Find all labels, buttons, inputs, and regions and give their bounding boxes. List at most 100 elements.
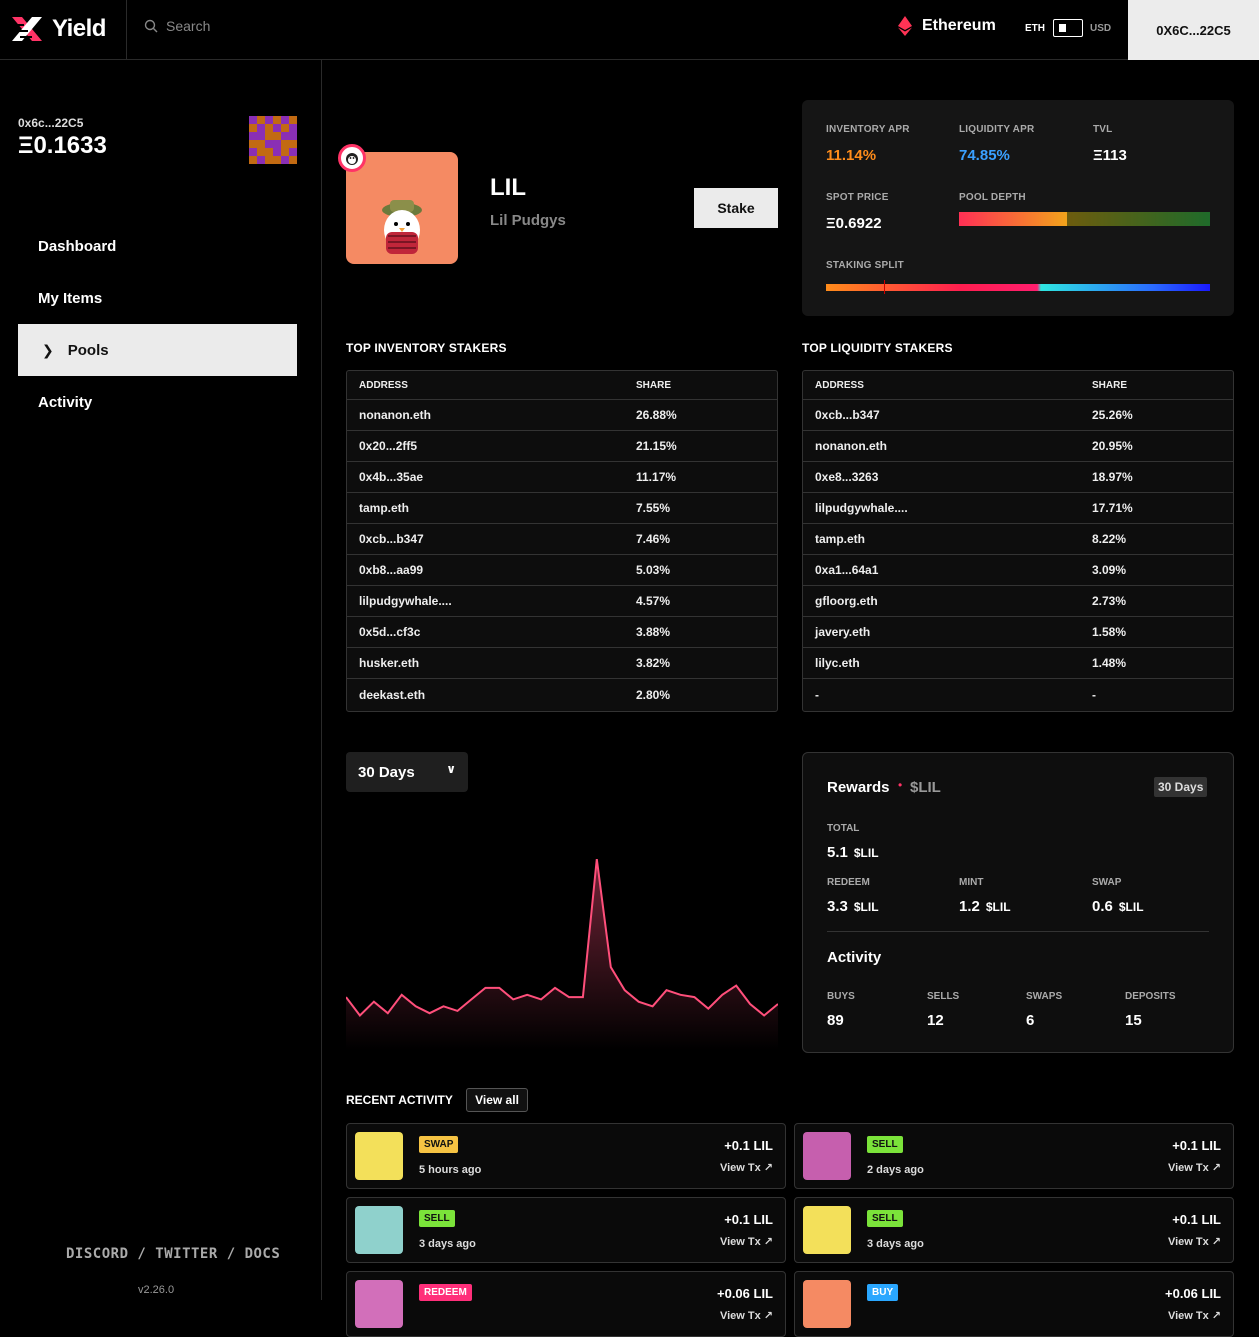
- external-link-icon: ↗: [1212, 1162, 1221, 1174]
- recent-activity-title: RECENT ACTIVITY: [346, 1093, 453, 1107]
- mint-unit: $LIL: [986, 900, 1011, 914]
- stake-button[interactable]: Stake: [694, 188, 778, 228]
- swap-value: 0.6: [1092, 898, 1113, 915]
- external-link-icon: ↗: [1212, 1236, 1221, 1248]
- buys-value: 89: [827, 1012, 855, 1029]
- redeem-unit: $LIL: [854, 900, 879, 914]
- search-placeholder: Search: [166, 18, 210, 34]
- staker-address[interactable]: 0xe8...3263: [815, 470, 1092, 484]
- yield-logo[interactable]: Yield: [10, 14, 106, 44]
- activity-card[interactable]: SWAP5 hours ago+0.1 LILView Tx ↗: [346, 1123, 786, 1189]
- redeem-value-row: 3.3$LIL: [827, 898, 879, 915]
- staker-share: 26.88%: [636, 408, 677, 422]
- staker-address[interactable]: 0x20...2ff5: [359, 439, 636, 453]
- nft-thumbnail: [355, 1280, 403, 1328]
- redeem-label: REDEEM: [827, 877, 879, 888]
- staker-address[interactable]: 0xcb...b347: [815, 408, 1092, 422]
- view-tx-label: View Tx: [1168, 1162, 1209, 1174]
- staking-split-label: STAKING SPLIT: [826, 260, 904, 271]
- avatar[interactable]: [249, 116, 297, 164]
- currency-switch[interactable]: [1053, 19, 1083, 37]
- currency-toggle[interactable]: ETH USD: [1025, 19, 1111, 37]
- staker-share: 7.46%: [636, 532, 670, 546]
- search-input[interactable]: Search: [144, 18, 210, 34]
- sidebar-item-pools[interactable]: ❯Pools: [18, 324, 297, 376]
- staker-address[interactable]: nonanon.eth: [359, 408, 636, 422]
- rewards-divider: [827, 931, 1209, 932]
- staking-split-marker: [884, 280, 885, 294]
- staker-address[interactable]: 0x5d...cf3c: [359, 625, 636, 639]
- staker-address[interactable]: 0xa1...64a1: [815, 563, 1092, 577]
- rewards-swap: SWAP 0.6$LIL: [1092, 877, 1144, 915]
- staker-share: 18.97%: [1092, 470, 1133, 484]
- network-label: Ethereum: [922, 17, 996, 35]
- table-row: 0xb8...aa995.03%: [347, 555, 777, 586]
- sidebar-item-dashboard[interactable]: Dashboard: [18, 220, 297, 272]
- sidebar-item-label: My Items: [38, 290, 102, 307]
- view-tx-label: View Tx: [720, 1162, 761, 1174]
- total-value: 5.1: [827, 844, 848, 861]
- activity-card[interactable]: SELL3 days ago+0.1 LILView Tx ↗: [794, 1197, 1234, 1263]
- wallet-button[interactable]: 0X6C...22C5: [1128, 0, 1259, 60]
- time-range-label: 30 Days: [358, 764, 415, 781]
- staking-split-stat: STAKING SPLIT: [826, 260, 904, 271]
- sidebar-item-activity[interactable]: Activity: [18, 376, 297, 428]
- staker-address[interactable]: 0xb8...aa99: [359, 563, 636, 577]
- sidebar-item-my-items[interactable]: My Items: [18, 272, 297, 324]
- view-tx-link[interactable]: View Tx ↗: [1168, 1161, 1221, 1174]
- staker-address[interactable]: 0xcb...b347: [359, 532, 636, 546]
- staker-address[interactable]: deekast.eth: [359, 688, 636, 702]
- swap-unit: $LIL: [1119, 900, 1144, 914]
- tvl-stat: TVL Ξ113: [1093, 124, 1127, 164]
- staker-address[interactable]: -: [815, 688, 1092, 702]
- pool-image: [346, 152, 458, 264]
- staker-address[interactable]: husker.eth: [359, 656, 636, 670]
- staker-share: 1.48%: [1092, 656, 1126, 670]
- staker-address[interactable]: javery.eth: [815, 625, 1092, 639]
- staker-address[interactable]: lilyc.eth: [815, 656, 1092, 670]
- activity-card[interactable]: SELL2 days ago+0.1 LILView Tx ↗: [794, 1123, 1234, 1189]
- sidebar-nav: Dashboard My Items ❯Pools Activity: [18, 220, 297, 428]
- activity-card[interactable]: BUY+0.06 LILView Tx ↗: [794, 1271, 1234, 1337]
- view-all-button[interactable]: View all: [466, 1088, 528, 1112]
- table-row: 0x5d...cf3c3.88%: [347, 617, 777, 648]
- spot-price-value: Ξ0.6922: [826, 215, 889, 232]
- network-selector[interactable]: Ethereum: [898, 16, 996, 36]
- activity-amount: +0.1 LIL: [724, 1212, 773, 1227]
- staker-address[interactable]: tamp.eth: [359, 501, 636, 515]
- table-row: lilyc.eth1.48%: [803, 648, 1233, 679]
- staker-address[interactable]: lilpudgywhale....: [359, 594, 636, 608]
- yield-logo-icon: [10, 15, 44, 43]
- view-tx-link[interactable]: View Tx ↗: [720, 1309, 773, 1322]
- staker-share: 2.73%: [1092, 594, 1126, 608]
- table-row: --: [803, 679, 1233, 710]
- view-tx-label: View Tx: [1168, 1310, 1209, 1322]
- staker-share: 8.22%: [1092, 532, 1126, 546]
- footer-links[interactable]: DISCORD / TWITTER / DOCS: [66, 1246, 280, 1262]
- time-range-dropdown[interactable]: 30 Days ∨: [346, 752, 468, 792]
- rewards-card: Rewards • $LIL 30 Days TOTAL 5.1$LIL RED…: [802, 752, 1234, 1053]
- activity-time: 5 hours ago: [419, 1164, 481, 1176]
- activity-card[interactable]: SELL3 days ago+0.1 LILView Tx ↗: [346, 1197, 786, 1263]
- spot-price-label: SPOT PRICE: [826, 192, 889, 203]
- staker-address[interactable]: lilpudgywhale....: [815, 501, 1092, 515]
- staker-address[interactable]: gfloorg.eth: [815, 594, 1092, 608]
- activity-amount: +0.1 LIL: [1172, 1212, 1221, 1227]
- pool-stats-card: INVENTORY APR 11.14% LIQUIDITY APR 74.85…: [802, 100, 1234, 316]
- liquidity-apr-stat: LIQUIDITY APR 74.85%: [959, 124, 1034, 164]
- staker-address[interactable]: nonanon.eth: [815, 439, 1092, 453]
- staker-share: 3.88%: [636, 625, 670, 639]
- activity-amount: +0.06 LIL: [717, 1286, 773, 1301]
- staker-share: 21.15%: [636, 439, 677, 453]
- view-tx-link[interactable]: View Tx ↗: [720, 1235, 773, 1248]
- view-tx-link[interactable]: View Tx ↗: [1168, 1235, 1221, 1248]
- staker-address[interactable]: tamp.eth: [815, 532, 1092, 546]
- activity-card[interactable]: REDEEM+0.06 LILView Tx ↗: [346, 1271, 786, 1337]
- view-tx-link[interactable]: View Tx ↗: [1168, 1309, 1221, 1322]
- activity-sells: SELLS 12: [927, 991, 959, 1029]
- staker-share: 1.58%: [1092, 625, 1126, 639]
- main-content: LIL Lil Pudgys Stake INVENTORY APR 11.14…: [322, 60, 1259, 1300]
- view-tx-link[interactable]: View Tx ↗: [720, 1161, 773, 1174]
- buys-label: BUYS: [827, 991, 855, 1002]
- staker-address[interactable]: 0x4b...35ae: [359, 470, 636, 484]
